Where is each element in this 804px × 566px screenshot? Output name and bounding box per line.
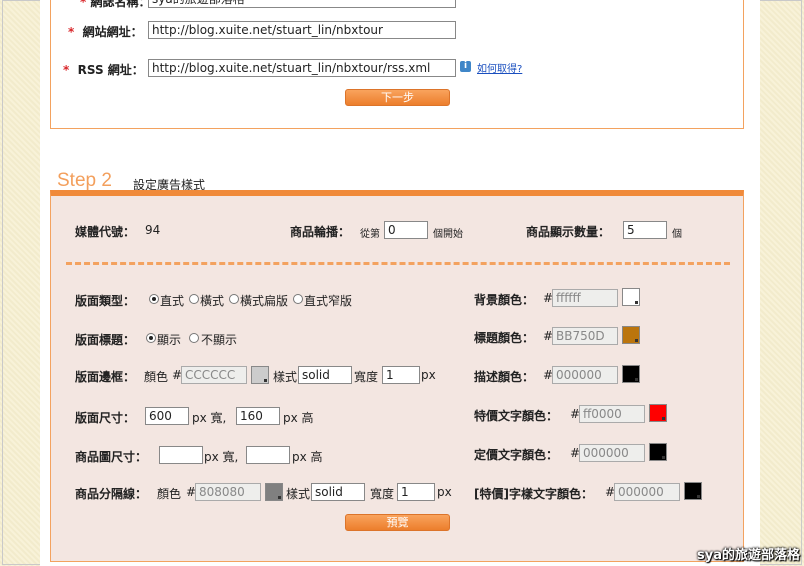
border-width-word: 寬度 — [354, 370, 379, 384]
title-hide-radio[interactable] — [189, 333, 199, 343]
rss-url-label: * RSS 網址： — [63, 63, 144, 77]
site-url-label: * 網站網址： — [68, 25, 143, 39]
type-horizontal-flat-label: 橫式扁版 — [240, 294, 289, 308]
image-height-unit: px 高 — [292, 450, 323, 464]
blog-name-input[interactable]: sya的旅遊部落格 — [148, 0, 456, 8]
special-price-color-swatch[interactable] — [649, 404, 667, 422]
display-count-label: 商品顯示數量： — [526, 225, 611, 239]
image-width-input[interactable] — [159, 446, 203, 464]
tag-color-label: [特價]字樣文字顏色： — [474, 487, 593, 501]
rss-url-input[interactable]: http://blog.xuite.net/stuart_lin/nbxtour… — [148, 59, 456, 77]
size-height-unit: px 高 — [283, 411, 314, 425]
dashed-divider — [66, 262, 730, 265]
layout-type-label: 版面類型： — [75, 294, 136, 308]
divider-label: 商品分隔線： — [75, 487, 148, 501]
blog-name-label: * 網誌名稱： — [80, 0, 151, 9]
divider-style-input[interactable]: solid — [311, 483, 365, 501]
rotation-suffix: 個開始 — [433, 229, 463, 240]
type-vertical-narrow-label: 直式窄版 — [304, 294, 353, 308]
size-height-input[interactable]: 160 — [236, 407, 280, 425]
display-count-input[interactable]: 5 — [623, 221, 667, 239]
border-px-unit: px — [421, 368, 436, 382]
divider-color-word: 顏色 — [157, 487, 182, 501]
watermark: sya的旅遊部落格 — [697, 548, 800, 563]
type-vertical-radio[interactable] — [149, 294, 159, 304]
display-count-unit: 個 — [672, 229, 682, 240]
image-width-unit: px 寬, — [204, 450, 239, 464]
type-vertical-label: 直式 — [160, 294, 185, 308]
title-color-label: 標題顏色： — [474, 331, 535, 345]
title-color-input[interactable]: BB750D — [552, 327, 618, 345]
divider-px-unit: px — [437, 485, 452, 499]
tag-color-input[interactable]: 000000 — [614, 483, 680, 501]
special-price-color-input[interactable]: ff0000 — [579, 405, 645, 423]
bg-color-swatch[interactable] — [622, 288, 640, 306]
rotation-prefix: 從第 — [360, 229, 380, 240]
title-show-radio[interactable] — [146, 333, 156, 343]
title-hide-label: 不顯示 — [201, 333, 238, 347]
fixed-price-color-swatch[interactable] — [649, 443, 667, 461]
bg-color-label: 背景顏色： — [474, 293, 535, 307]
site-url-input[interactable]: http://blog.xuite.net/stuart_lin/nbxtour — [148, 21, 456, 39]
media-code-value: 94 — [145, 223, 161, 237]
border-label: 版面邊框： — [75, 370, 136, 384]
border-width-input[interactable]: 1 — [382, 366, 420, 384]
fixed-price-color-label: 定價文字顏色： — [474, 448, 559, 462]
step2-title: Step 2 — [57, 170, 112, 191]
border-color-input[interactable]: CCCCCC — [181, 366, 247, 384]
border-style-input[interactable]: solid — [298, 366, 352, 384]
divider-color-swatch[interactable] — [265, 483, 283, 501]
divider-width-input[interactable]: 1 — [397, 483, 435, 501]
border-color-swatch[interactable] — [251, 366, 269, 384]
rotation-label: 商品輪播： — [290, 225, 351, 239]
image-height-input[interactable] — [246, 446, 290, 464]
border-color-word: 顏色 — [144, 370, 169, 384]
bg-color-input[interactable]: ffffff — [552, 289, 618, 307]
desc-color-label: 描述顏色： — [474, 370, 535, 384]
size-label: 版面尺寸： — [75, 411, 136, 425]
title-show-label: 顯示 — [157, 333, 182, 347]
layout-title-label: 版面標題： — [75, 333, 136, 347]
media-code-label: 媒體代號： — [75, 225, 136, 239]
type-horizontal-flat-radio[interactable] — [229, 294, 239, 304]
info-icon: i — [460, 61, 471, 72]
fixed-price-color-input[interactable]: 000000 — [579, 444, 645, 462]
border-style-word: 樣式 — [273, 370, 298, 384]
divider-style-word: 樣式 — [286, 487, 311, 501]
type-horizontal-label: 橫式 — [200, 294, 225, 308]
rotation-start-input[interactable]: 0 — [384, 221, 428, 239]
title-color-swatch[interactable] — [622, 326, 640, 344]
type-vertical-narrow-radio[interactable] — [293, 294, 303, 304]
desc-color-swatch[interactable] — [622, 365, 640, 383]
special-price-color-label: 特價文字顏色： — [474, 409, 559, 423]
divider-color-input[interactable]: 808080 — [195, 483, 261, 501]
type-horizontal-radio[interactable] — [189, 294, 199, 304]
how-to-get-link[interactable]: 如何取得? — [477, 60, 522, 75]
tag-color-swatch[interactable] — [684, 482, 702, 500]
divider-width-word: 寬度 — [370, 487, 395, 501]
desc-color-input[interactable]: 000000 — [552, 366, 618, 384]
image-size-label: 商品圖尺寸： — [75, 450, 148, 464]
next-step-button[interactable]: 下一步 — [345, 89, 450, 106]
size-width-input[interactable]: 600 — [145, 407, 189, 425]
size-width-unit: px 寬, — [192, 411, 227, 425]
preview-button[interactable]: 預覽 — [345, 514, 450, 531]
